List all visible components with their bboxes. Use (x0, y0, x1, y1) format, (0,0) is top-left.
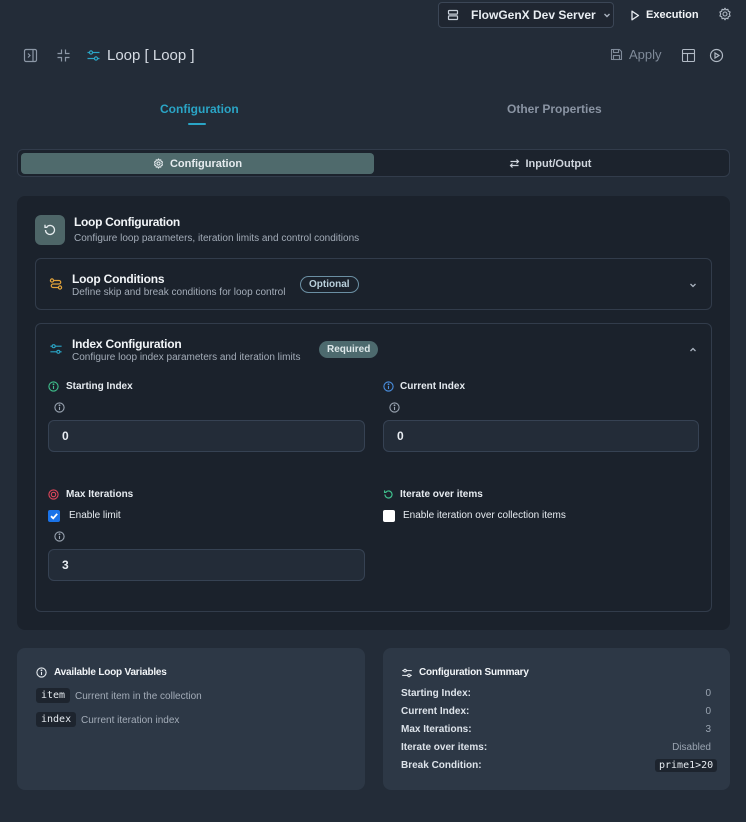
segment-input-output[interactable]: Input/Output (374, 153, 726, 174)
starting-index-label: Starting Index (66, 381, 133, 392)
chevron-down-icon (602, 10, 612, 20)
target-icon (48, 489, 59, 500)
iterate-over-items-label: Iterate over items (400, 489, 483, 500)
loop-configuration-subtitle: Configure loop parameters, iteration lim… (74, 233, 360, 244)
loop-conditions-subtitle: Define skip and break conditions for loo… (72, 287, 286, 298)
server-label: FlowGenX Dev Server (471, 8, 596, 22)
panel-toggle-icon[interactable] (23, 48, 38, 63)
sliders-icon (49, 342, 63, 356)
layout-icon[interactable] (681, 48, 696, 63)
settings-gear-icon[interactable] (718, 7, 732, 21)
info-circle-icon (48, 381, 59, 392)
apply-button[interactable]: Apply (610, 47, 662, 62)
tab-other-properties[interactable]: Other Properties (507, 102, 602, 116)
execution-label: Execution (646, 9, 699, 21)
refresh-icon (43, 223, 57, 237)
summary-key-starting-index: Starting Index: (401, 688, 472, 699)
index-configuration-title: Index Configuration (72, 337, 182, 351)
iterate-items-checkbox[interactable] (383, 510, 395, 522)
gear-icon (153, 158, 164, 169)
variable-item-name: item (36, 688, 71, 703)
summary-key-break-condition: Break Condition: (401, 760, 482, 771)
play-icon (630, 10, 640, 21)
current-index-label: Current Index (400, 381, 466, 392)
info-circle-icon (36, 667, 47, 678)
tab-active-indicator (188, 123, 206, 125)
sliders-icon (86, 48, 101, 63)
node-title: Loop [ Loop ] (107, 47, 195, 64)
summary-value-starting-index: 0 (705, 688, 711, 699)
summary-value-break-condition: prime1>20 (655, 759, 718, 772)
variable-item-description: Current item in the collection (75, 691, 202, 702)
index-configuration-subtitle: Configure loop index parameters and iter… (72, 352, 301, 363)
summary-title: Configuration Summary (419, 667, 529, 678)
help-info-icon[interactable] (389, 402, 400, 413)
sliders-icon (401, 667, 413, 679)
summary-value-current-index: 0 (705, 706, 711, 717)
save-icon (610, 48, 623, 61)
loop-conditions-title: Loop Conditions (72, 272, 165, 286)
loop-icon-box (35, 215, 65, 245)
summary-key-current-index: Current Index: (401, 706, 470, 717)
summary-key-iterate-items: Iterate over items: (401, 742, 488, 753)
segment-configuration-label: Configuration (169, 157, 243, 170)
help-info-icon[interactable] (54, 402, 65, 413)
loop-variables-title: Available Loop Variables (54, 667, 167, 678)
swap-arrows-icon (509, 158, 520, 169)
max-iterations-input[interactable]: 3 (48, 549, 365, 581)
optional-badge: Optional (300, 276, 359, 293)
enable-limit-checkbox[interactable] (48, 510, 60, 522)
summary-key-max-iterations: Max Iterations: (401, 724, 472, 735)
conditions-route-icon (49, 277, 63, 291)
segment-input-output-label: Input/Output (525, 157, 592, 170)
iterate-items-checkbox-label: Enable iteration over collection items (403, 510, 566, 521)
help-info-icon[interactable] (54, 531, 65, 542)
tab-configuration[interactable]: Configuration (160, 102, 239, 116)
refresh-icon (383, 489, 394, 500)
max-iterations-label: Max Iterations (66, 489, 134, 500)
server-select[interactable]: FlowGenX Dev Server (438, 2, 614, 28)
collapse-icon[interactable] (56, 48, 71, 63)
segment-configuration[interactable]: Configuration (21, 153, 374, 174)
chevron-up-icon[interactable] (688, 345, 698, 355)
required-badge: Required (319, 341, 379, 358)
info-circle-icon (383, 381, 394, 392)
chevron-down-icon[interactable] (688, 280, 698, 290)
execution-button[interactable]: Execution (622, 2, 700, 28)
server-icon (447, 9, 459, 21)
summary-value-max-iterations: 3 (705, 724, 711, 735)
run-circle-icon[interactable] (709, 48, 724, 63)
current-index-input[interactable]: 0 (383, 420, 699, 452)
apply-label: Apply (629, 47, 662, 62)
variable-index-description: Current iteration index (81, 715, 180, 726)
starting-index-input[interactable]: 0 (48, 420, 365, 452)
summary-value-iterate-items: Disabled (672, 742, 711, 753)
variable-index-name: index (36, 712, 77, 727)
enable-limit-label: Enable limit (69, 510, 121, 521)
loop-configuration-title: Loop Configuration (74, 215, 180, 229)
